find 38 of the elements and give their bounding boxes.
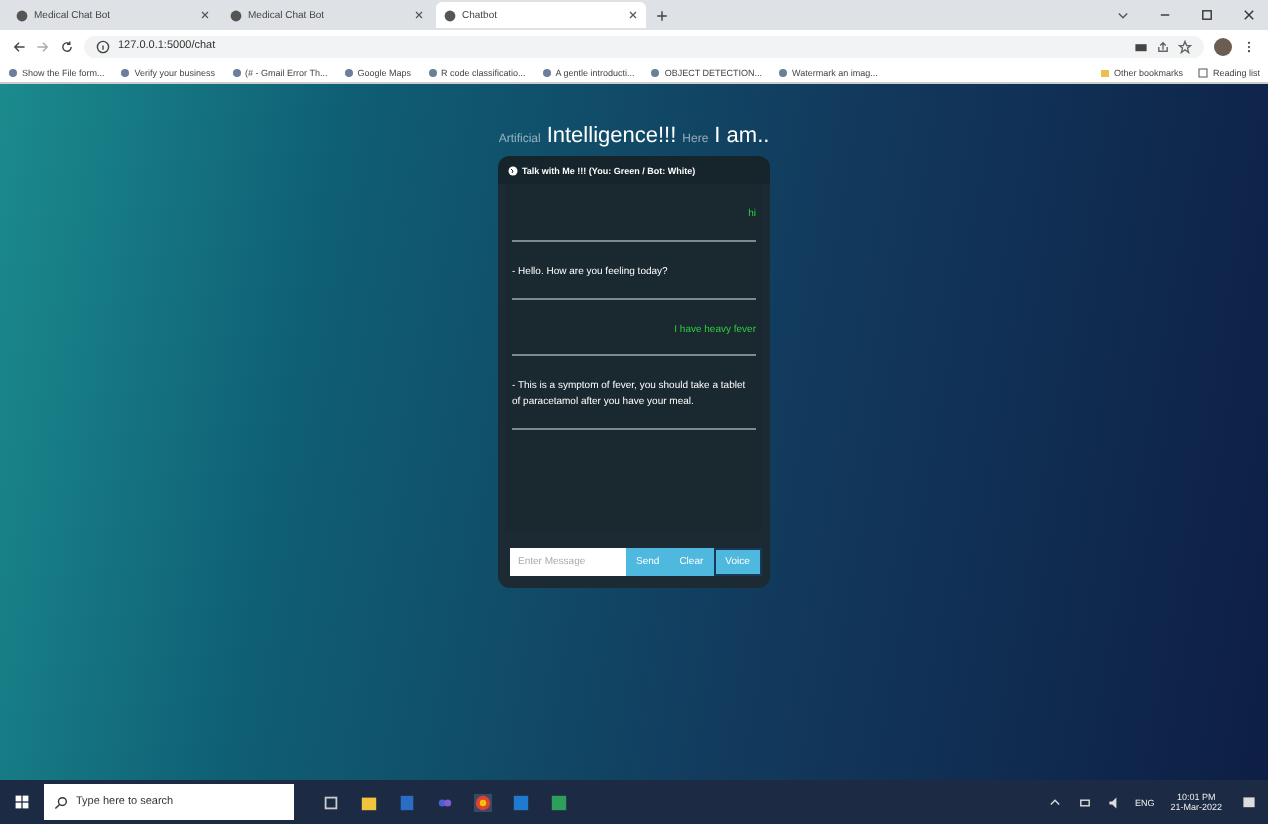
bookmark-icon (541, 67, 552, 77)
bookmark-icon (650, 67, 661, 77)
task-view-icon[interactable] (322, 793, 340, 811)
list-icon (1198, 67, 1209, 77)
close-icon[interactable] (628, 10, 638, 20)
info-icon (96, 39, 110, 53)
minimize-icon[interactable] (1158, 8, 1172, 22)
heading-text: I am.. (714, 124, 770, 148)
browser-icon[interactable] (474, 793, 492, 811)
menu-icon[interactable] (1242, 39, 1256, 53)
reload-icon[interactable] (60, 39, 74, 53)
avatar-icon[interactable] (1214, 37, 1232, 55)
folder-icon[interactable] (360, 793, 378, 811)
notification-icon[interactable] (1242, 795, 1256, 809)
folder-icon (1099, 67, 1110, 77)
bookmark-icon (427, 67, 437, 77)
maximize-icon[interactable] (1200, 8, 1214, 22)
chevron-down-icon[interactable] (1116, 8, 1130, 22)
windows-icon[interactable] (14, 794, 30, 810)
bookmark-icon (343, 67, 354, 77)
app-icon[interactable] (512, 793, 530, 811)
back-arrow-icon[interactable] (12, 39, 26, 53)
search-icon (54, 795, 68, 809)
chevron-up-icon[interactable] (1048, 795, 1063, 809)
heading-text: Intelligence!!! (546, 124, 677, 148)
app-icon[interactable] (398, 793, 416, 811)
new-tab-icon[interactable] (656, 9, 668, 21)
bookmark-icon (120, 67, 131, 77)
app-icon[interactable] (436, 793, 454, 811)
app-icon[interactable] (550, 793, 568, 811)
close-icon[interactable] (200, 10, 210, 20)
bookmark-icon (777, 67, 788, 77)
close-icon[interactable] (414, 10, 424, 20)
close-icon[interactable] (1242, 8, 1256, 22)
share-icon[interactable] (1156, 39, 1170, 53)
bookmark-icon (8, 67, 18, 77)
bookmark-icon (231, 67, 242, 77)
star-icon[interactable] (1178, 39, 1192, 53)
